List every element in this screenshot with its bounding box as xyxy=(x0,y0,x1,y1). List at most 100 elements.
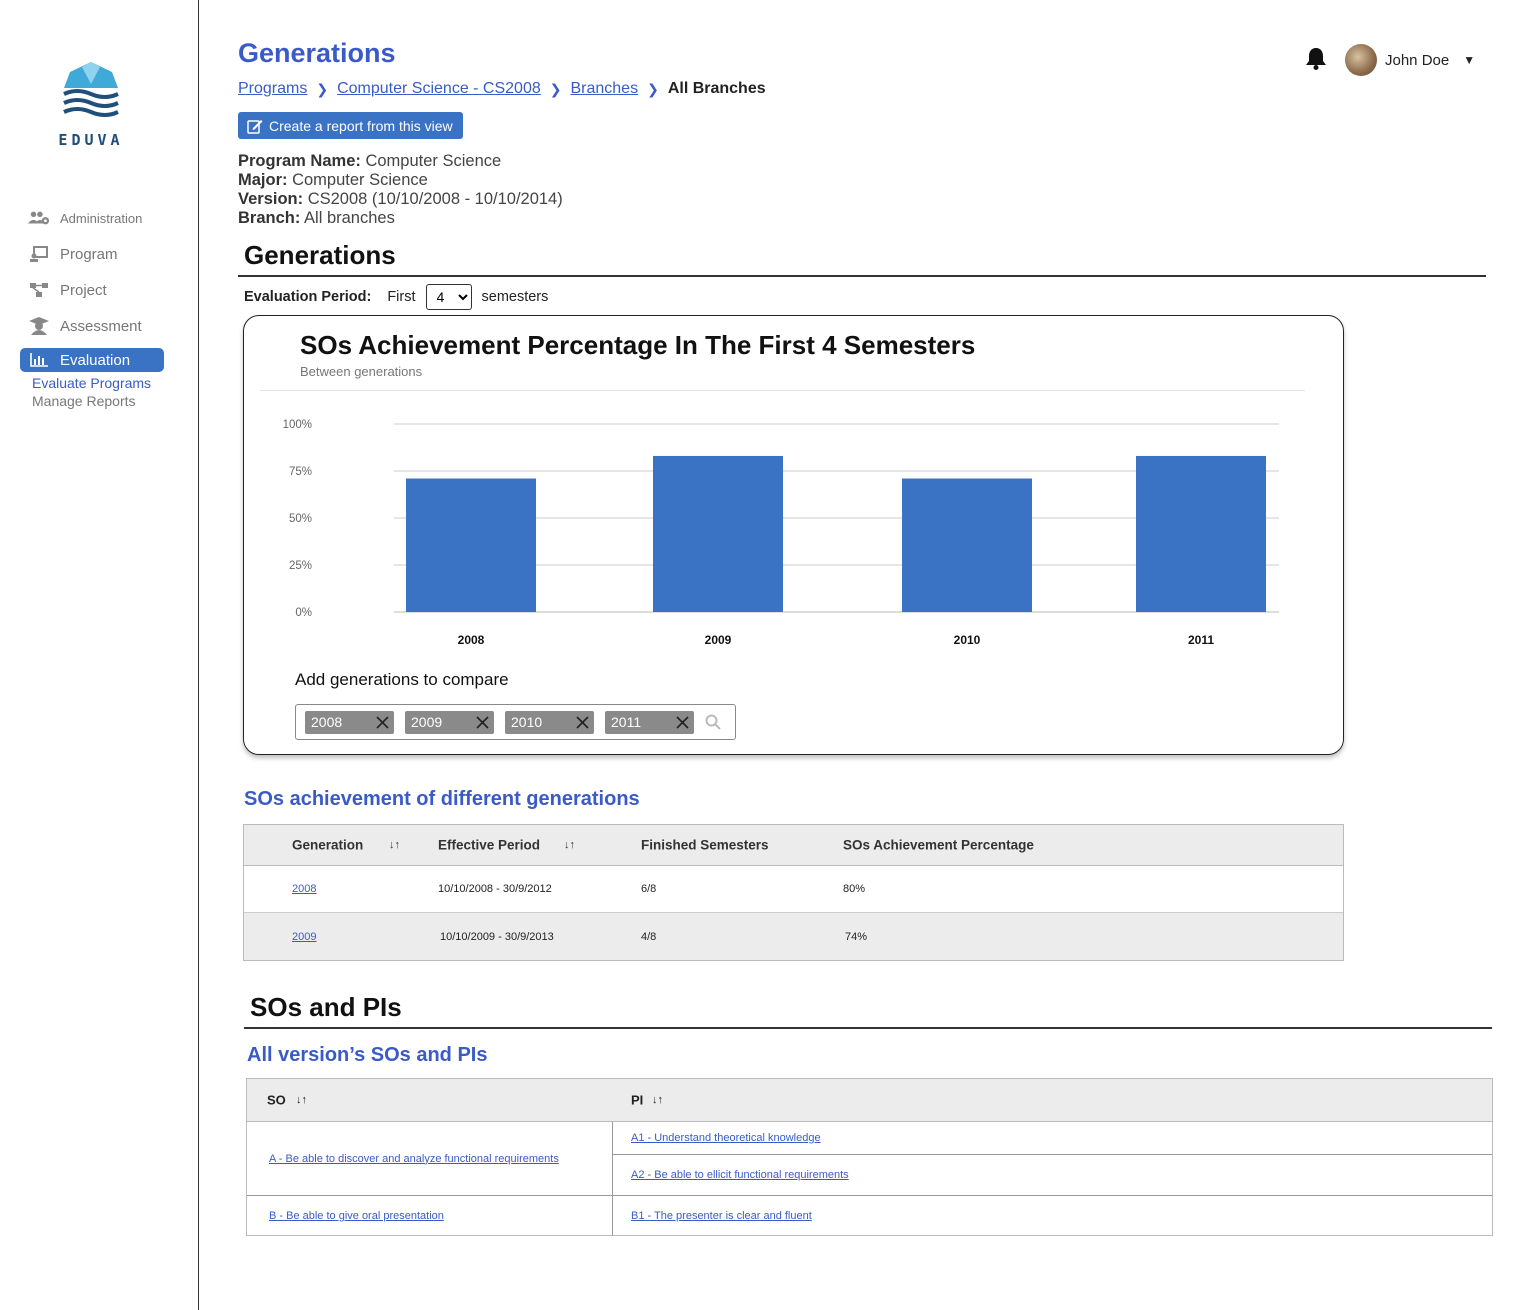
generation-link[interactable]: 2009 xyxy=(292,931,316,943)
pi-cell: B1 - The presenter is clear and fluent xyxy=(613,1196,1492,1236)
program-name-label: Program Name: xyxy=(238,152,361,170)
chart-divider xyxy=(260,390,1305,391)
semesters-label: semesters xyxy=(481,289,549,305)
create-report-label: Create a report from this view xyxy=(269,117,453,134)
chart-title: SOs Achievement Percentage In The First … xyxy=(300,330,976,360)
user-name[interactable]: John Doe xyxy=(1385,52,1449,69)
page-title: Generations xyxy=(238,38,396,68)
tag-label: 2010 xyxy=(511,714,543,730)
pi-link[interactable]: B1 - The presenter is clear and fluent xyxy=(631,1210,812,1222)
sos-pis-table: SO ↓↑ PI ↓↑ A - Be able to discover and … xyxy=(246,1078,1493,1236)
search-icon[interactable] xyxy=(705,714,721,730)
finished-semesters: 6/8 xyxy=(641,883,657,895)
sos-pis-subheading: All version’s SOs and PIs xyxy=(247,1044,488,1066)
bar-2008[interactable] xyxy=(406,478,536,612)
first-label: First xyxy=(387,289,416,305)
so-percentage: 80% xyxy=(843,883,866,895)
generation-link[interactable]: 2008 xyxy=(292,883,316,895)
so-link[interactable]: B - Be able to give oral presentation xyxy=(269,1210,444,1222)
sidebar-item-assessment[interactable]: Assessment xyxy=(20,308,190,344)
breadcrumb-program-version[interactable]: Computer Science - CS2008 xyxy=(337,80,541,98)
x-tick-label: 2011 xyxy=(1188,633,1214,647)
subnav-manage-reports[interactable]: Manage Reports xyxy=(32,392,190,410)
chart-card: SOs Achievement Percentage In The First … xyxy=(243,315,1344,755)
generations-heading: Generations xyxy=(238,240,1486,277)
tag-label: 2011 xyxy=(611,714,642,730)
project-icon xyxy=(28,281,50,299)
generations-table: Generation ↓↑ Effective Period ↓↑ Finish… xyxy=(243,824,1344,961)
evaluation-subnav: Evaluate Programs Manage Reports xyxy=(20,374,190,410)
semesters-select[interactable]: 4 xyxy=(425,284,472,310)
y-tick-label: 50% xyxy=(289,513,312,525)
eduva-logo[interactable]: EDUVA xyxy=(58,60,124,149)
y-tick-label: 25% xyxy=(289,560,312,572)
col-effective-period[interactable]: Effective Period xyxy=(438,838,540,853)
sort-icon[interactable]: ↓↑ xyxy=(564,839,575,851)
evaluation-period-label: Evaluation Period: xyxy=(244,289,372,305)
subnav-evaluate-programs[interactable]: Evaluate Programs xyxy=(32,374,190,392)
breadcrumb-programs[interactable]: Programs xyxy=(238,80,307,98)
so-generations-heading: SOs achievement of different generations xyxy=(244,788,640,810)
bell-icon[interactable] xyxy=(1305,46,1327,75)
bar-2011[interactable] xyxy=(1136,455,1266,612)
bar-2009[interactable] xyxy=(653,455,783,612)
generation-tag: 2010 xyxy=(505,710,594,734)
sidebar-item-label: Project xyxy=(60,281,107,299)
x-tick-label: 2008 xyxy=(458,633,485,647)
so-link[interactable]: A - Be able to discover and analyze func… xyxy=(269,1153,559,1165)
table-header: Generation ↓↑ Effective Period ↓↑ Finish… xyxy=(244,825,1343,866)
evaluation-period: Evaluation Period: First 4 semesters xyxy=(244,284,548,310)
effective-period: 10/10/2009 - 30/9/2013 xyxy=(440,930,554,943)
col-so-percentage: SOs Achievement Percentage xyxy=(843,837,1034,853)
pi-cell: A1 - Understand theoretical knowledge xyxy=(613,1122,1492,1155)
pi-cell: A2 - Be able to ellicit functional requi… xyxy=(613,1155,1492,1196)
col-so[interactable]: SO xyxy=(267,1093,286,1108)
sidebar-item-project[interactable]: Project xyxy=(20,272,190,308)
compare-label: Add generations to compare xyxy=(295,670,509,689)
bar-2010[interactable] xyxy=(902,478,1032,612)
col-pi[interactable]: PI xyxy=(631,1093,643,1108)
breadcrumb-branches[interactable]: Branches xyxy=(570,80,638,98)
chevron-down-icon[interactable]: ▼ xyxy=(1463,53,1475,67)
avatar[interactable] xyxy=(1345,44,1377,76)
major-label: Major: xyxy=(238,171,288,189)
close-icon[interactable] xyxy=(375,715,390,730)
sidebar-item-evaluation[interactable]: Evaluation xyxy=(20,348,164,372)
sort-icon[interactable]: ↓↑ xyxy=(296,1094,307,1106)
pi-link[interactable]: A2 - Be able to ellicit functional requi… xyxy=(631,1169,849,1181)
sidebar-item-label: Assessment xyxy=(60,317,142,335)
table-row: 2008 10/10/2008 - 30/9/2012 6/8 80% xyxy=(244,866,1343,913)
edit-icon xyxy=(247,118,263,134)
tag-label: 2009 xyxy=(411,714,443,730)
close-icon[interactable] xyxy=(475,715,490,730)
program-icon xyxy=(28,245,50,263)
create-report-button[interactable]: Create a report from this view xyxy=(238,112,463,139)
version-label: Version: xyxy=(238,190,304,208)
col-finished-semesters: Finished Semesters xyxy=(641,837,769,853)
generation-tag: 2008 xyxy=(305,710,394,734)
sort-icon[interactable]: ↓↑ xyxy=(389,839,400,851)
pi-link[interactable]: A1 - Understand theoretical knowledge xyxy=(631,1132,821,1144)
chevron-right-icon: ❯ xyxy=(316,80,329,97)
x-tick-label: 2009 xyxy=(705,633,732,647)
graduate-icon xyxy=(28,317,50,335)
generation-tag: 2009 xyxy=(405,710,494,734)
generation-tag-input[interactable]: 2008 2009 2010 2011 xyxy=(295,704,736,740)
table-row: 2009 10/10/2009 - 30/9/2013 4/8 74% xyxy=(244,913,1343,960)
breadcrumb-current: All Branches xyxy=(667,80,766,97)
brand-name: EDUVA xyxy=(58,131,124,149)
so-cell: B - Be able to give oral presentation xyxy=(247,1196,613,1236)
col-generation[interactable]: Generation xyxy=(292,838,363,853)
sidebar-item-program[interactable]: Program xyxy=(20,236,190,272)
y-tick-label: 75% xyxy=(289,466,312,478)
major-value: Computer Science xyxy=(292,171,428,189)
sidebar-item-label: Administration xyxy=(60,210,143,226)
generation-tag: 2011 xyxy=(605,710,694,734)
close-icon[interactable] xyxy=(575,715,590,730)
so-cell: A - Be able to discover and analyze func… xyxy=(247,1122,613,1196)
sidebar-item-administration[interactable]: Administration xyxy=(20,200,190,236)
sidebar-nav: Administration Program Project Assessmen… xyxy=(20,200,190,410)
close-icon[interactable] xyxy=(675,715,690,730)
breadcrumb: Programs ❯ Computer Science - CS2008 ❯ B… xyxy=(238,80,766,98)
sort-icon[interactable]: ↓↑ xyxy=(652,1094,663,1106)
